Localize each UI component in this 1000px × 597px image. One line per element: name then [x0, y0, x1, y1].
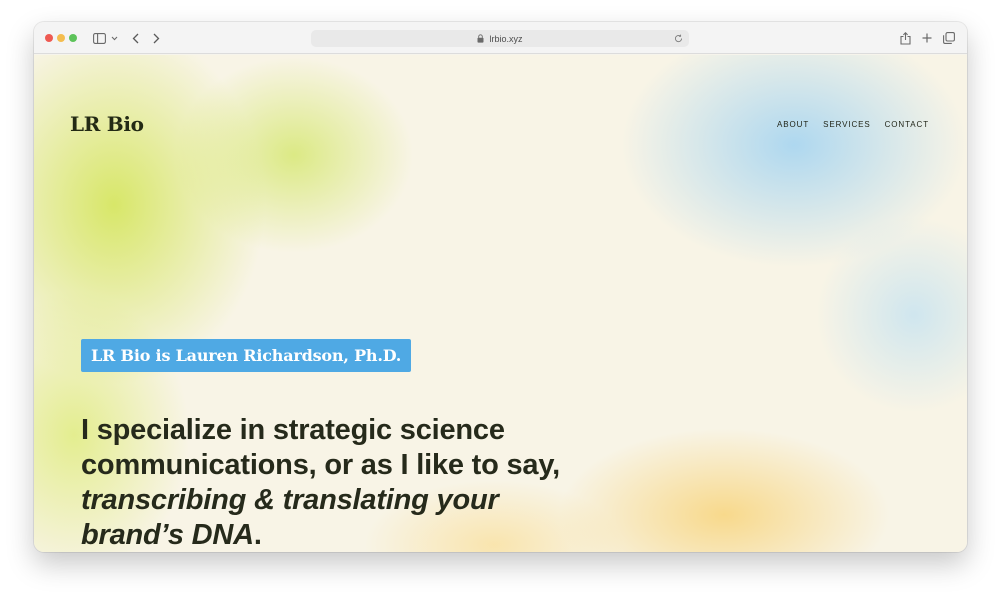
tab-overview-icon[interactable] [942, 30, 956, 46]
reload-icon[interactable] [674, 33, 684, 43]
share-icon[interactable] [898, 30, 912, 46]
new-tab-icon[interactable] [920, 30, 934, 46]
browser-window: lrbio.xyz LR Bio ABOUT SERVICES CONTACT … [34, 22, 967, 552]
site-logo[interactable]: LR Bio [70, 112, 144, 136]
lock-icon [477, 34, 485, 44]
back-arrow-icon[interactable] [130, 30, 140, 46]
hero-headline: I specialize in strategic science commun… [81, 413, 601, 552]
nav-link-services[interactable]: SERVICES [823, 120, 871, 129]
hero-tagline: LR Bio is Lauren Richardson, Ph.D. [81, 339, 412, 372]
address-bar[interactable]: lrbio.xyz [311, 30, 689, 47]
close-window-button[interactable] [45, 34, 53, 42]
chevron-down-icon[interactable] [110, 30, 118, 46]
forward-arrow-icon[interactable] [151, 30, 161, 46]
sidebar-icon[interactable] [92, 30, 106, 46]
headline-line-1: I specialize in strategic science [81, 414, 505, 446]
headline-italic-line-2: brand’s DNA [81, 519, 254, 551]
headline-period: . [253, 519, 262, 551]
url-text: lrbio.xyz [489, 33, 523, 44]
nav-link-about[interactable]: ABOUT [777, 120, 809, 129]
page-content: LR Bio ABOUT SERVICES CONTACT LR Bio is … [34, 55, 967, 552]
browser-toolbar: lrbio.xyz [34, 22, 967, 54]
main-nav: ABOUT SERVICES CONTACT [777, 120, 929, 129]
headline-line-2: communications, or as I like to say, [81, 449, 560, 481]
nav-link-contact[interactable]: CONTACT [885, 120, 929, 129]
minimize-window-button[interactable] [57, 34, 65, 42]
headline-italic-line-1: transcribing & translating your [81, 484, 499, 516]
zoom-window-button[interactable] [69, 34, 77, 42]
